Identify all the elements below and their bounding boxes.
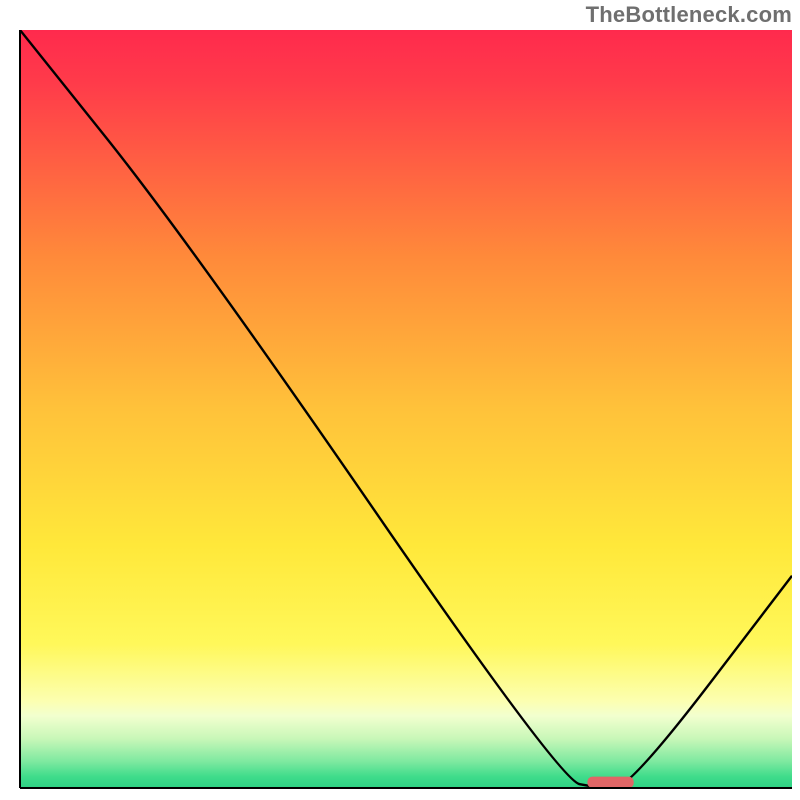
bottleneck-chart	[0, 0, 800, 800]
chart-stage: TheBottleneck.com	[0, 0, 800, 800]
optimal-range-marker	[587, 777, 633, 788]
gradient-background	[20, 30, 792, 788]
plot-area	[20, 30, 792, 788]
